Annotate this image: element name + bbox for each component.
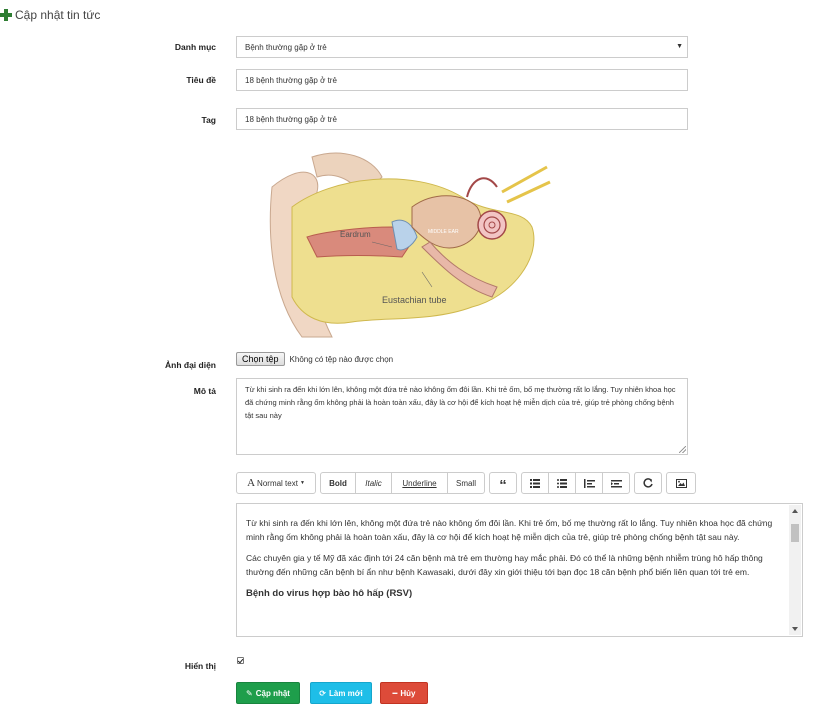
small-button[interactable]: Small (447, 472, 485, 494)
visible-checkbox[interactable] (237, 657, 244, 664)
visible-label: Hiển thị (184, 661, 216, 671)
underline-button[interactable]: Underline (391, 472, 448, 494)
italic-button[interactable]: Italic (355, 472, 392, 494)
link-icon[interactable] (634, 472, 662, 494)
title-label: Tiêu đề (186, 75, 216, 85)
normal-text-dropdown[interactable]: A Normal text ▼ (236, 472, 316, 494)
refresh-icon: ⟳ (319, 688, 326, 698)
middle-ear-caption: MIDDLE EAR (428, 229, 459, 235)
resize-handle-icon[interactable] (679, 446, 686, 453)
file-input: Chọn tệp Không có tệp nào được chọn (236, 352, 393, 366)
unordered-list-glyph (557, 478, 567, 488)
image-label: Ảnh đại diện (165, 360, 216, 370)
ordered-list-glyph (530, 478, 540, 488)
indent-icon[interactable] (602, 472, 630, 494)
editor-paragraph-2: Các chuyên gia y tế Mỹ đã xác định tới 2… (246, 553, 763, 577)
plus-icon (0, 9, 12, 21)
editor-toolbar: A Normal text ▼ Bold Italic Underline Sm… (236, 472, 700, 494)
description-textarea[interactable]: Từ khi sinh ra đến khi lớn lên, không mộ… (236, 378, 688, 455)
editor-content[interactable]: Từ khi sinh ra đến khi lớn lên, không mộ… (237, 504, 788, 636)
refresh-label: Làm mới (329, 688, 363, 698)
refresh-button[interactable]: ⟳ Làm mới (310, 682, 372, 704)
description-value: Từ khi sinh ra đến khi lớn lên, không mộ… (245, 385, 676, 420)
update-label: Cập nhật (255, 688, 290, 698)
scroll-thumb[interactable] (791, 524, 799, 542)
tag-label: Tag (201, 115, 216, 125)
caret-down-icon: ▼ (299, 480, 305, 486)
rich-text-editor[interactable]: Từ khi sinh ra đến khi lớn lên, không mộ… (236, 503, 803, 637)
editor-paragraph-1: Từ khi sinh ra đến khi lớn lên, không mộ… (246, 518, 773, 542)
choose-file-button[interactable]: Chọn tệp (236, 352, 285, 366)
page-header: Cập nhật tin tức (0, 6, 100, 24)
share-glyph (643, 478, 653, 488)
description-label: Mô tả (193, 386, 216, 396)
category-label: Danh mục (174, 42, 216, 52)
minus-icon: ━ (392, 688, 398, 698)
dropdown-caret-icon: ▼ (676, 43, 683, 50)
bold-button[interactable]: Bold (320, 472, 356, 494)
scroll-up-icon[interactable] (792, 509, 798, 513)
ordered-list-icon[interactable] (521, 472, 549, 494)
tag-input[interactable]: 18 bệnh thường gặp ở trẻ (236, 108, 688, 130)
edit-icon: ✎ (246, 688, 253, 698)
eardrum-caption: Eardrum (340, 230, 371, 239)
outdent-icon[interactable] (575, 472, 603, 494)
cancel-label: Hủy (400, 688, 416, 698)
quote-icon[interactable]: “ (489, 472, 517, 494)
eustachian-tube-caption: Eustachian tube (382, 295, 447, 305)
page-title: Cập nhật tin tức (15, 8, 101, 22)
font-icon: A (247, 477, 256, 489)
ear-anatomy-image: Eardrum MIDDLE EAR Eustachian tube (269, 152, 551, 338)
title-input[interactable]: 18 bệnh thường gặp ở trẻ (236, 69, 688, 91)
category-value: Bệnh thường gặp ở trẻ (245, 42, 327, 52)
normal-text-label: Normal text (257, 478, 298, 488)
editor-scrollbar[interactable] (789, 505, 801, 635)
outdent-glyph (583, 478, 595, 488)
title-value: 18 bệnh thường gặp ở trẻ (245, 75, 337, 85)
picture-glyph (675, 478, 687, 488)
indent-glyph (610, 479, 622, 487)
editor-heading: Bệnh do virus hợp bào hô hấp (RSV) (246, 588, 413, 599)
scroll-down-icon[interactable] (792, 627, 798, 631)
file-status: Không có tệp nào được chọn (289, 354, 394, 364)
image-icon[interactable] (666, 472, 696, 494)
category-select[interactable]: Bệnh thường gặp ở trẻ ▼ (236, 36, 688, 58)
update-button[interactable]: ✎ Cập nhật (236, 682, 300, 704)
cancel-button[interactable]: ━ Hủy (380, 682, 428, 704)
unordered-list-icon[interactable] (548, 472, 576, 494)
tag-value: 18 bệnh thường gặp ở trẻ (245, 114, 337, 124)
